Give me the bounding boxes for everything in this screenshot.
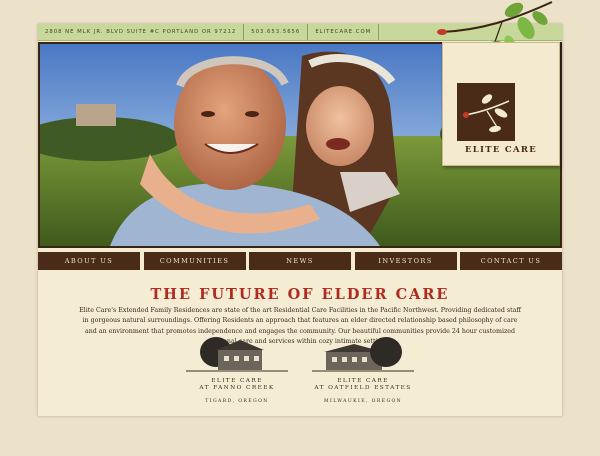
nav-news[interactable]: News (249, 252, 351, 270)
logo[interactable]: ELITE CARE (442, 42, 560, 166)
nav-communities[interactable]: Communities (143, 252, 246, 270)
community-name-line2: at Oatfield Estates (314, 385, 412, 391)
community-name-line2: at Fanno Creek (199, 385, 275, 391)
website-link[interactable]: elitecare.com (308, 24, 380, 40)
page-headline: THE FUTURE OF ELDER CARE (150, 286, 450, 303)
oatfield-estates-building-illustration (312, 337, 414, 372)
community-location: Tigard, Oregon (205, 399, 269, 404)
community-oatfield-estates[interactable]: Elite Care at Oatfield Estates Milwaukie… (308, 334, 418, 404)
phone-link[interactable]: 503.653.5656 (244, 24, 309, 40)
fanno-creek-building-illustration (186, 337, 288, 372)
branch-logo-icon (463, 94, 510, 133)
logo-tile (457, 83, 515, 141)
community-name-line1: Elite Care (211, 378, 263, 384)
page-container: 2808 NE MLK Jr. Blvd Suite #C Portland o… (38, 1, 562, 416)
nav-investors[interactable]: Investors (354, 252, 457, 270)
community-name-line1: Elite Care (337, 378, 389, 384)
nav-about-us[interactable]: About Us (38, 252, 140, 270)
logo-text: ELITE CARE (464, 145, 538, 155)
address-text: 2808 NE MLK Jr. Blvd Suite #C Portland o… (38, 24, 245, 40)
intro-paragraph: Elite Care's Extended Family Residences … (79, 307, 521, 345)
community-location: Milwaukie, Oregon (323, 399, 403, 404)
community-fanno-creek[interactable]: Elite Care at Fanno Creek Tigard, Oregon (182, 334, 292, 404)
main-navigation: About Us Communities News Investors Cont… (38, 252, 562, 270)
nav-contact-us[interactable]: Contact Us (460, 252, 562, 270)
